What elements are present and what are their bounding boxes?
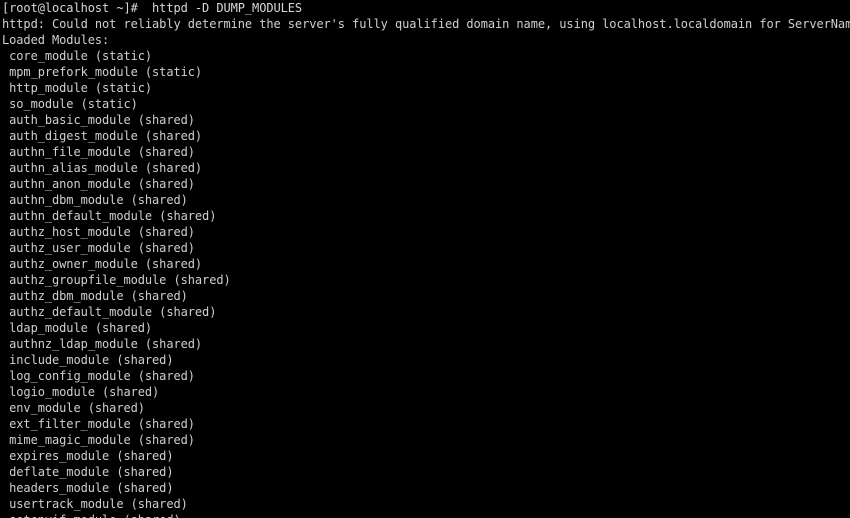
module-line: authz_groupfile_module (shared) <box>2 273 231 287</box>
module-line: mpm_prefork_module (static) <box>2 65 203 79</box>
module-line: authn_alias_module (shared) <box>2 161 203 175</box>
module-line: authz_dbm_module (shared) <box>2 289 188 303</box>
module-line: log_config_module (shared) <box>2 369 195 383</box>
module-line: authn_default_module (shared) <box>2 209 217 223</box>
terminal-prompt-line: [root@localhost ~]# httpd -D DUMP_MODULE… <box>2 1 303 15</box>
module-line: mime_magic_module (shared) <box>2 433 195 447</box>
module-line: include_module (shared) <box>2 353 174 367</box>
terminal-modules-header: Loaded Modules: <box>2 33 110 47</box>
module-line: deflate_module (shared) <box>2 465 174 479</box>
module-line: logio_module (shared) <box>2 385 160 399</box>
module-line: headers_module (shared) <box>2 481 174 495</box>
module-line: authn_file_module (shared) <box>2 145 195 159</box>
module-line: so_module (static) <box>2 97 138 111</box>
module-line: authn_dbm_module (shared) <box>2 193 188 207</box>
module-line: http_module (static) <box>2 81 153 95</box>
terminal-window[interactable]: [root@localhost ~]# httpd -D DUMP_MODULE… <box>0 0 850 518</box>
module-line: core_module (static) <box>2 49 153 63</box>
module-line: env_module (shared) <box>2 401 145 415</box>
module-line: auth_basic_module (shared) <box>2 113 195 127</box>
module-line: authz_default_module (shared) <box>2 305 217 319</box>
terminal-warning-line: httpd: Could not reliably determine the … <box>2 17 850 31</box>
module-list: core_module (static) mpm_prefork_module … <box>0 48 850 518</box>
module-line: ext_filter_module (shared) <box>2 417 195 431</box>
module-line: authz_host_module (shared) <box>2 225 195 239</box>
module-line: auth_digest_module (shared) <box>2 129 203 143</box>
module-line: usertrack_module (shared) <box>2 497 188 511</box>
module-line: setenvif_module (shared) <box>0 512 850 518</box>
module-line: authz_owner_module (shared) <box>2 257 203 271</box>
module-line: authn_anon_module (shared) <box>2 177 195 191</box>
module-line: authnz_ldap_module (shared) <box>2 337 203 351</box>
module-line: expires_module (shared) <box>2 449 174 463</box>
module-line: ldap_module (shared) <box>2 321 153 335</box>
module-line: authz_user_module (shared) <box>2 241 195 255</box>
